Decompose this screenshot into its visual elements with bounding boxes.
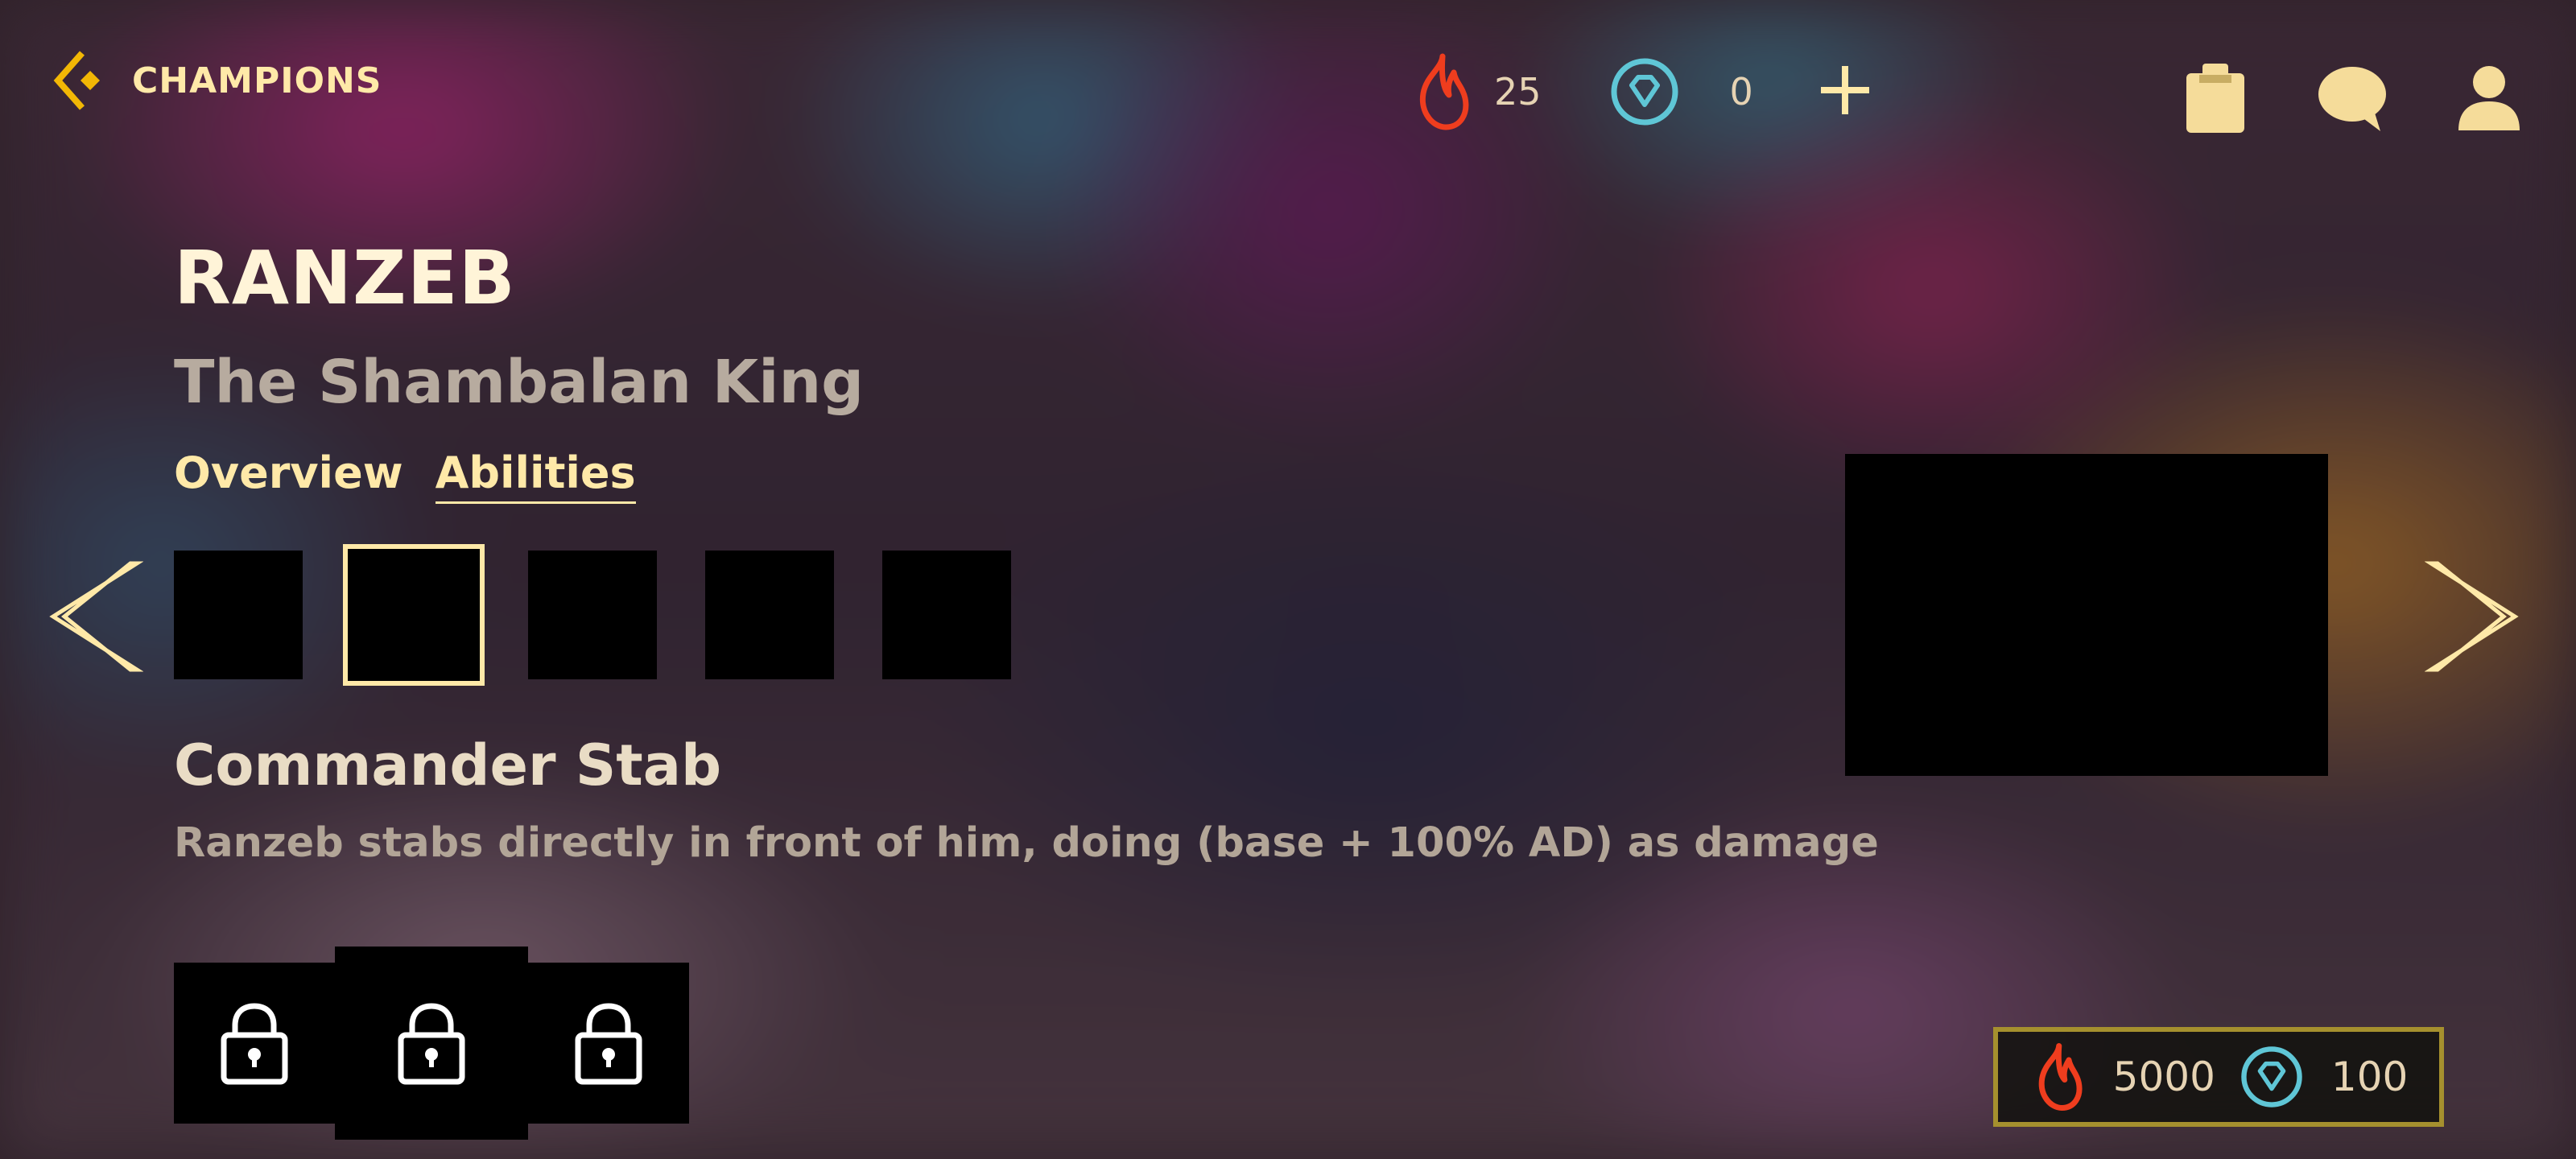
missions-button[interactable] <box>2175 58 2256 138</box>
flame-icon <box>1419 53 1469 130</box>
skin-slot-2[interactable] <box>335 947 528 1140</box>
profile-button[interactable] <box>2449 58 2529 138</box>
skin-slot-3[interactable] <box>528 963 689 1124</box>
ability-slot-2[interactable] <box>343 544 485 686</box>
ability-slot-5[interactable] <box>882 551 1011 679</box>
champion-name: RANZEB <box>174 235 516 321</box>
back-chevron-icon <box>53 51 100 110</box>
next-champion-arrow-icon[interactable] <box>2425 560 2521 673</box>
lock-icon <box>398 1003 465 1085</box>
flame-cost-amount: 5000 <box>2112 1054 2215 1100</box>
ability-name: Commander Stab <box>174 732 722 798</box>
add-currency-button[interactable] <box>1819 64 1871 116</box>
flame-icon <box>2038 1043 2083 1111</box>
flame-currency-amount: 25 <box>1494 70 1542 113</box>
currency-display: 25 0 <box>1409 52 1753 132</box>
gem-cost-amount: 100 <box>2330 1054 2409 1100</box>
ability-preview-video[interactable] <box>1845 454 2328 776</box>
back-label: CHAMPIONS <box>132 60 382 101</box>
lock-icon <box>575 1003 642 1085</box>
champion-tabs: Overview Abilities <box>174 448 636 504</box>
ability-description: Ranzeb stabs directly in front of him, d… <box>174 819 1879 867</box>
gem-icon <box>1611 58 1678 126</box>
chat-icon <box>2318 67 2386 131</box>
lock-icon <box>221 1003 288 1085</box>
tab-abilities[interactable]: Abilities <box>435 448 636 504</box>
ability-selector <box>174 544 1011 686</box>
ability-slot-4[interactable] <box>705 551 834 679</box>
ability-slot-3[interactable] <box>528 551 657 679</box>
champion-detail-screen: CHAMPIONS 25 0 RANZEB The Shambalan King… <box>0 0 2576 1159</box>
skin-slot-1[interactable] <box>174 963 335 1124</box>
ability-slot-1[interactable] <box>174 551 303 679</box>
gem-currency-amount: 0 <box>1729 70 1753 113</box>
profile-icon <box>2458 66 2520 130</box>
previous-champion-arrow-icon[interactable] <box>47 560 143 673</box>
chat-button[interactable] <box>2312 58 2392 138</box>
unlock-cost-button[interactable]: 5000 100 <box>1993 1027 2444 1127</box>
clipboard-icon <box>2186 64 2244 133</box>
tab-overview[interactable]: Overview <box>174 448 403 504</box>
gem-icon <box>2241 1046 2302 1107</box>
champion-title: The Shambalan King <box>174 348 865 417</box>
back-to-champions-button[interactable]: CHAMPIONS <box>53 48 382 113</box>
